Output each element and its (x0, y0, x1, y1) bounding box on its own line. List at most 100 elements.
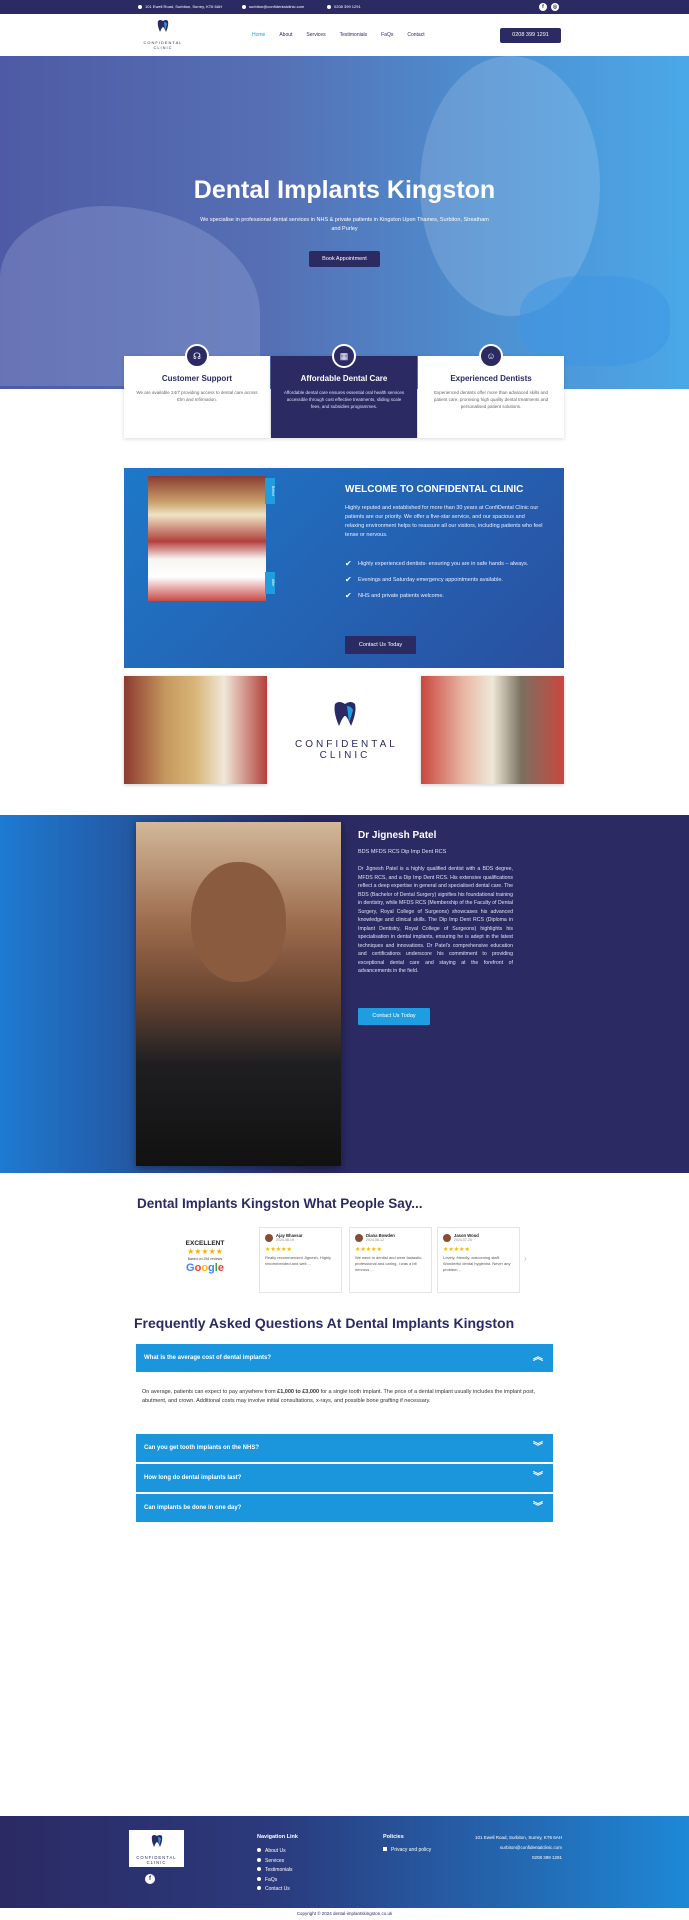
nav-faqs[interactable]: FaQs (381, 32, 393, 38)
review-text: Really recommended Jignesh. Highly recom… (265, 1255, 332, 1266)
facebook-icon[interactable]: f (539, 3, 547, 11)
footer-policies-title: Policies (383, 1834, 404, 1840)
chevron-down-icon: ︾ (533, 1442, 543, 1453)
welcome-intro: Highly reputed and established for more … (345, 505, 543, 538)
check-icon: ✔ (345, 575, 352, 584)
review-card[interactable]: Diana Bowden 2024-08-12 ★★★★★ We went to … (349, 1227, 432, 1293)
footer-link-testimonials[interactable]: Testimonials (257, 1866, 293, 1876)
footer-logo[interactable]: CONFIDENTAL CLINIC (129, 1830, 184, 1867)
feature-title: Customer Support (161, 374, 233, 383)
footer-link-about[interactable]: About Us (257, 1847, 293, 1857)
tooth-logo-icon (334, 702, 356, 726)
nav-testimonials[interactable]: Testimonials (340, 32, 368, 38)
list-item: ✔ Evenings and Saturday emergency appoint… (345, 575, 503, 584)
site-logo[interactable]: CONFIDENTAL CLINIC (135, 19, 191, 51)
review-card[interactable]: Jason Wood 2024-07-26 ★★★★★ Lovely, frien… (437, 1227, 520, 1293)
review-text: Lovely, friendly, welcoming staff. Wonde… (443, 1255, 511, 1272)
hero-section: Dental Implants Kingston We specialise i… (0, 56, 689, 389)
footer-email[interactable]: surbiton@confidentalclinic.com (470, 1843, 562, 1853)
nav-services[interactable]: Services (306, 32, 325, 38)
faq-title: Frequently Asked Questions At Dental Imp… (134, 1315, 515, 1331)
before-smile-image (148, 476, 266, 541)
dentist-icon: ☺ (479, 344, 503, 368)
topbar-email[interactable]: surbiton@confidentalclinic.com (242, 4, 304, 9)
review-text: We went to dentist and were fantastic, p… (355, 1255, 423, 1272)
after-tag: After (265, 572, 275, 594)
topbar-phone[interactable]: 0208 399 1291 (327, 4, 361, 9)
clinic-logo: CONFIDENTAL CLINIC (295, 700, 395, 761)
review-stars: ★★★★★ (443, 1247, 470, 1253)
hero-title: Dental Implants Kingston (193, 176, 496, 204)
logo-text: CONFIDENTAL (295, 739, 398, 750)
logo-subtext: CLINIC (319, 750, 371, 761)
review-card[interactable]: Ajay Bhavsar 2024-08-19 ★★★★★ Really reco… (259, 1227, 342, 1293)
doctor-bio: Dr Jignesh Patel is a highly qualified d… (358, 866, 513, 974)
welcome-section: Before After WELCOME TO CONFIDENTAL CLIN… (124, 468, 564, 668)
tooth-logo-icon (151, 1835, 162, 1847)
review-stars: ★★★★★ (265, 1247, 292, 1253)
feature-title: Affordable Dental Care (300, 374, 388, 383)
feature-card-affordable: ▦ Affordable Dental Care Affordable dent… (271, 344, 417, 438)
before-after-photo-right (421, 676, 564, 784)
call-button[interactable]: 0208 399 1291 (500, 28, 561, 43)
doctor-photo (136, 822, 341, 1166)
doctor-qualifications: BDS MFDS RCS Dip Imp Dent RCS (358, 849, 447, 855)
footer-phone[interactable]: 0208 399 1291 (470, 1853, 562, 1863)
phone-icon (327, 4, 331, 9)
headset-icon: ☊ (185, 344, 209, 368)
footer-link-services[interactable]: Services (257, 1857, 293, 1867)
avatar (265, 1233, 273, 1242)
check-icon: ✔ (345, 559, 352, 568)
doctor-contact-button[interactable]: Contact Us Today (358, 1008, 430, 1025)
after-smile-image (148, 541, 266, 601)
calendar-icon: ▦ (332, 344, 356, 368)
reviews-title: Dental Implants Kingston What People Say… (137, 1196, 423, 1211)
chevron-down-icon: ︾ (533, 1502, 543, 1513)
feature-title: Experienced Dentists (450, 374, 532, 383)
rating-stars: ★★★★★ (187, 1247, 223, 1256)
faq-question-lifespan[interactable]: How long do dental implants last? ︾ (136, 1464, 553, 1492)
review-stars: ★★★★★ (355, 1247, 382, 1253)
footer-link-contact[interactable]: Contact Us (257, 1885, 293, 1895)
privacy-policy-link[interactable]: Privacy and policy (383, 1847, 431, 1853)
feature-card-support: ☊ Customer Support We are available 24/7… (124, 344, 270, 438)
footer-address: 101 Ewell Road, Surbiton, Surrey, KT6 6A… (475, 1835, 562, 1840)
footer-nav-title: Navigation Link (257, 1834, 298, 1840)
faq-question-nhs[interactable]: Can you get tooth implants on the NHS? ︾ (136, 1434, 553, 1462)
mail-icon (242, 4, 246, 9)
welcome-title: WELCOME TO CONFIDENTAL CLINIC (345, 484, 524, 495)
nav-home[interactable]: Home (252, 32, 265, 38)
footer-nav-links: About Us Services Testimonials FaQs Cont… (257, 1847, 293, 1895)
google-rating-summary: EXCELLENT ★★★★★ Based on 254 reviews Goo… (165, 1228, 245, 1288)
footer-contact: 101 Ewell Road, Surbiton, Surrey, KT6 6A… (470, 1833, 562, 1863)
before-after-photo-left (124, 676, 267, 784)
nav-about[interactable]: About (279, 32, 292, 38)
feature-card-experienced: ☺ Experienced Dentists Experienced denti… (418, 344, 564, 438)
google-logo: Google (186, 1262, 224, 1274)
topbar-address: 101 Ewell Road, Surbiton, Surrey, KT6 6A… (138, 4, 222, 9)
chevron-down-icon: ︾ (533, 1472, 543, 1483)
faq-answer: On average, patients can expect to pay a… (142, 1389, 536, 1404)
welcome-points: ✔ Highly experienced dentists- ensuring y… (345, 560, 543, 608)
check-icon: ✔ (345, 591, 352, 600)
footer-link-faqs[interactable]: FaQs (257, 1876, 293, 1886)
hero-subtitle: We specialise in professional dental ser… (200, 217, 489, 232)
main-nav: Home About Services Testimonials FaQs Co… (252, 32, 425, 38)
book-appointment-button[interactable]: Book Appointment (309, 251, 380, 267)
contact-us-button[interactable]: Contact Us Today (345, 636, 416, 654)
list-item: ✔ Highly experienced dentists- ensuring y… (345, 559, 529, 568)
instagram-icon[interactable]: ◎ (551, 3, 559, 11)
doctor-section: Dr Jignesh Patel BDS MFDS RCS Dip Imp De… (0, 815, 689, 1173)
nav-contact[interactable]: Contact (407, 32, 424, 38)
faq-question-one-day[interactable]: Can implants be done in one day? ︾ (136, 1494, 553, 1522)
faq-question-cost[interactable]: What is the average cost of dental impla… (136, 1344, 553, 1372)
logo-subtext: CLINIC (153, 45, 173, 50)
top-bar: 101 Ewell Road, Surbiton, Surrey, KT6 6A… (0, 0, 689, 14)
tooth-logo-icon (157, 20, 169, 32)
list-item: ✔ NHS and private patients welcome. (345, 591, 444, 600)
avatar (355, 1233, 363, 1242)
location-icon (138, 4, 142, 9)
facebook-icon[interactable]: f (145, 1874, 155, 1884)
copyright: Copyright © 2024 dental-implantskingston… (296, 1911, 393, 1916)
chevron-right-icon[interactable]: › (524, 1254, 527, 1263)
